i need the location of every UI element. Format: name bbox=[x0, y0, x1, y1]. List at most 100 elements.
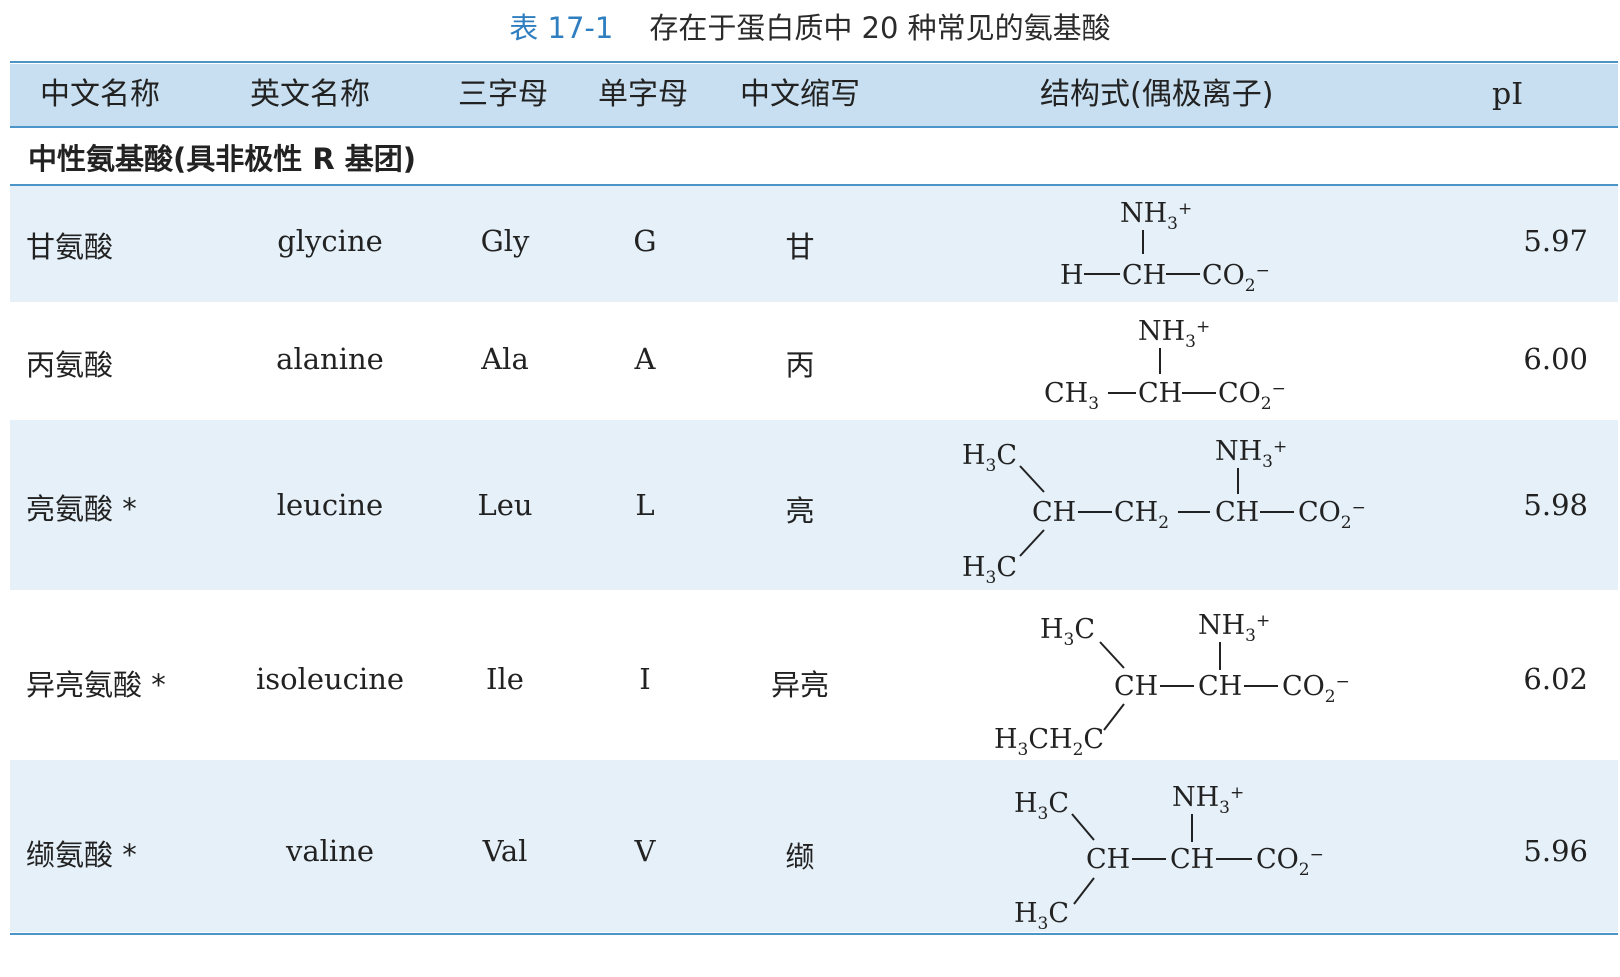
structure-formula: H3C NH3+ CH CH2 CH CO2− H3C bbox=[962, 436, 1366, 588]
formula-ch: CH bbox=[1122, 260, 1166, 291]
svg-text:CO2−: CO2− bbox=[1202, 260, 1270, 296]
cell-cn-name: 甘氨酸 bbox=[26, 230, 114, 264]
svg-text:CH2: CH2 bbox=[1114, 497, 1169, 533]
formula-ch: CH bbox=[1138, 378, 1182, 409]
header-pi: pI bbox=[1492, 77, 1524, 112]
svg-text:H3C: H3C bbox=[1014, 898, 1069, 932]
cell-one-letter: I bbox=[639, 662, 651, 696]
svg-text:CO2−: CO2− bbox=[1218, 378, 1286, 414]
formula-ch-b: CH bbox=[1215, 497, 1259, 528]
cell-pi: 5.97 bbox=[1523, 224, 1588, 258]
svg-text:H3C: H3C bbox=[1040, 614, 1095, 650]
cell-one-letter: L bbox=[635, 488, 655, 522]
formula-nh3: NH bbox=[1138, 316, 1185, 347]
formula-ch-a: CH bbox=[1032, 497, 1076, 528]
cell-cn-abbr: 缬 bbox=[785, 840, 815, 874]
formula-h3cch2: H bbox=[994, 724, 1018, 755]
cell-cn-abbr: 丙 bbox=[785, 348, 815, 382]
cell-pi: 5.98 bbox=[1523, 488, 1588, 522]
formula-ch-a: CH bbox=[1086, 844, 1130, 875]
svg-text:NH3+: NH3+ bbox=[1215, 436, 1287, 472]
header-cn-name: 中文名称 bbox=[40, 77, 160, 112]
formula-co2: CO bbox=[1202, 260, 1245, 291]
formula-nh3: NH bbox=[1120, 198, 1167, 229]
cell-cn-name: 亮氨酸 * bbox=[26, 492, 137, 526]
top-rule bbox=[10, 61, 1618, 63]
table-caption: 表 17-1 存在于蛋白质中 20 种常见的氨基酸 bbox=[0, 0, 1620, 56]
header-bottom-rule bbox=[10, 126, 1618, 128]
bottom-rule bbox=[10, 933, 1618, 935]
svg-text:NH3+: NH3+ bbox=[1120, 198, 1192, 234]
cell-en-name: isoleucine bbox=[255, 662, 405, 696]
cell-pi: 5.96 bbox=[1523, 834, 1588, 868]
formula-ch-b: CH bbox=[1170, 844, 1214, 875]
formula-co2: CO bbox=[1256, 844, 1299, 875]
header-en-name: 英文名称 bbox=[250, 77, 370, 112]
cell-cn-name: 异亮氨酸 * bbox=[26, 668, 166, 702]
svg-text:CO2−: CO2− bbox=[1256, 844, 1324, 880]
cell-cn-abbr: 亮 bbox=[785, 494, 815, 528]
cell-three-letter: Val bbox=[482, 834, 528, 868]
header-three-letter: 三字母 bbox=[458, 77, 548, 112]
table-header: 中文名称 英文名称 三字母 单字母 中文缩写 结构式(偶极离子) pI bbox=[10, 64, 1618, 126]
cell-three-letter: Ile bbox=[486, 662, 524, 696]
svg-text:H3C: H3C bbox=[962, 440, 1017, 476]
table-number: 表 17-1 bbox=[509, 11, 614, 45]
formula-nh3: NH bbox=[1172, 782, 1219, 813]
cell-en-name: alanine bbox=[276, 342, 384, 376]
svg-text:CH3: CH3 bbox=[1044, 378, 1099, 414]
cell-cn-name: 丙氨酸 bbox=[26, 348, 114, 382]
formula-co2: CO bbox=[1282, 671, 1325, 702]
formula-nh3: NH bbox=[1215, 436, 1262, 467]
table-title: 存在于蛋白质中 20 种常见的氨基酸 bbox=[649, 11, 1111, 45]
header-structure: 结构式(偶极离子) bbox=[1040, 77, 1274, 112]
formula-ch-a: CH bbox=[1114, 671, 1158, 702]
cell-three-letter: Leu bbox=[477, 488, 533, 522]
table-row: 异亮氨酸 * isoleucine Ile I 异亮 H3C NH3+ CH C… bbox=[10, 590, 1618, 760]
cell-three-letter: Ala bbox=[481, 342, 529, 376]
formula-nh3: NH bbox=[1198, 610, 1245, 641]
svg-text:CO2−: CO2− bbox=[1282, 671, 1350, 707]
cell-one-letter: G bbox=[633, 224, 657, 258]
svg-text:H3C: H3C bbox=[1014, 788, 1069, 824]
svg-text:NH3+: NH3+ bbox=[1138, 316, 1210, 352]
section-title: 中性氨基酸(具非极性 R 基团) bbox=[28, 142, 417, 176]
formula-h3c-bottom: H bbox=[962, 552, 986, 583]
structure-formula: H3C NH3+ CH CH CO2− H3C bbox=[1014, 782, 1324, 932]
svg-text:NH3+: NH3+ bbox=[1198, 610, 1270, 646]
svg-text:CO2−: CO2− bbox=[1298, 497, 1366, 533]
svg-text:NH3+: NH3+ bbox=[1172, 782, 1244, 818]
cell-en-name: valine bbox=[285, 834, 375, 868]
cell-cn-abbr: 异亮 bbox=[770, 668, 829, 702]
cell-three-letter: Gly bbox=[480, 224, 530, 258]
cell-cn-name: 缬氨酸 * bbox=[26, 838, 137, 872]
cell-one-letter: A bbox=[634, 342, 656, 376]
formula-h3c-top: H bbox=[1014, 788, 1038, 819]
svg-text:H3C: H3C bbox=[962, 552, 1017, 588]
table-row: 亮氨酸 * leucine Leu L 亮 H3C NH3+ CH CH2 CH… bbox=[10, 420, 1618, 590]
table-row: 缬氨酸 * valine Val V 缬 H3C NH3+ CH CH CO2−… bbox=[10, 760, 1618, 932]
formula-ch3: CH bbox=[1044, 378, 1088, 409]
formula-h3c-top: H bbox=[1040, 614, 1064, 645]
structure-formula: NH3+ H CH CO2− bbox=[1060, 198, 1270, 296]
cell-one-letter: V bbox=[634, 834, 656, 868]
formula-h3c-top: H bbox=[962, 440, 986, 471]
formula-h: H bbox=[1060, 260, 1084, 291]
formula-ch2: CH bbox=[1114, 497, 1158, 528]
cell-en-name: glycine bbox=[277, 224, 383, 258]
header-one-letter: 单字母 bbox=[598, 77, 688, 112]
table-row: 丙氨酸 alanine Ala A 丙 NH3+ CH3 CH CO2− 6.0… bbox=[10, 302, 1618, 420]
svg-text:H3CH2C: H3CH2C bbox=[994, 724, 1104, 760]
cell-cn-abbr: 甘 bbox=[785, 230, 815, 264]
structure-formula: NH3+ CH3 CH CO2− bbox=[1044, 316, 1286, 414]
cell-en-name: leucine bbox=[276, 488, 384, 522]
cell-pi: 6.02 bbox=[1523, 662, 1588, 696]
formula-ch-b: CH bbox=[1198, 671, 1242, 702]
formula-h3c-bottom: H bbox=[1014, 898, 1038, 929]
header-cn-abbr: 中文缩写 bbox=[740, 77, 860, 112]
formula-co2: CO bbox=[1298, 497, 1341, 528]
table-row: 甘氨酸 glycine Gly G 甘 NH3+ H CH CO2− 5.97 bbox=[10, 186, 1618, 302]
cell-pi: 6.00 bbox=[1523, 342, 1588, 376]
formula-co2: CO bbox=[1218, 378, 1261, 409]
structure-formula: H3C NH3+ CH CH CO2− H3CH2C bbox=[994, 610, 1350, 760]
